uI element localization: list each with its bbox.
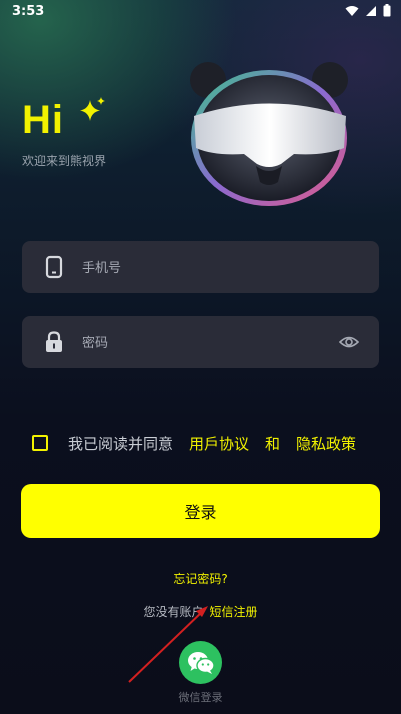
- agreement-row: 我已阅读并同意 用戶协议 和 隐私政策: [32, 432, 356, 454]
- eye-icon[interactable]: [339, 333, 359, 351]
- agreement-checkbox[interactable]: [32, 435, 48, 451]
- login-button[interactable]: 登录: [21, 484, 380, 538]
- status-time: 3:53: [12, 4, 45, 19]
- privacy-policy-link[interactable]: 隐私政策: [296, 433, 356, 454]
- status-bar: 3:53: [0, 0, 401, 24]
- welcome-text: 欢迎来到熊视界: [22, 154, 107, 168]
- user-agreement-link[interactable]: 用戶协议: [189, 433, 249, 454]
- sparkle-icon: [80, 97, 105, 121]
- battery-icon: [383, 4, 391, 17]
- wechat-login-label: 微信登录: [178, 691, 223, 704]
- hi-title: Hi: [22, 98, 64, 142]
- bear-mascot-image: [190, 62, 348, 206]
- sms-register-link[interactable]: 短信注册: [210, 605, 258, 619]
- lock-icon: [46, 331, 62, 352]
- wifi-icon: [345, 5, 359, 16]
- register-row: 您没有账户 短信注册: [0, 603, 401, 620]
- phone-icon: [45, 255, 63, 279]
- status-icons: [345, 4, 391, 17]
- no-account-text: 您没有账户: [143, 605, 204, 619]
- wechat-icon: [187, 651, 215, 674]
- password-field[interactable]: [22, 316, 379, 370]
- signal-icon: [366, 5, 376, 16]
- agreement-and: 和: [265, 434, 281, 453]
- phone-input[interactable]: [80, 241, 334, 295]
- agreement-prefix: 我已阅读并同意: [68, 434, 174, 453]
- wechat-login-button[interactable]: [179, 641, 222, 684]
- phone-field[interactable]: [22, 241, 379, 295]
- password-input[interactable]: [80, 316, 334, 370]
- forgot-password-link[interactable]: 忘记密码?: [0, 570, 401, 587]
